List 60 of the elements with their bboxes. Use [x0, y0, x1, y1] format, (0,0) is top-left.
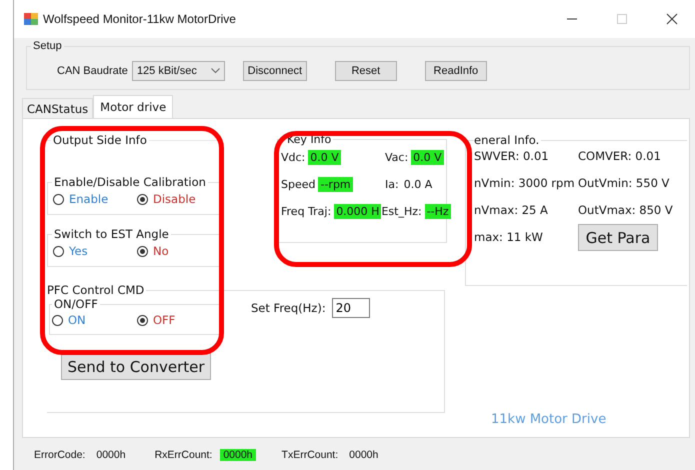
- radio-label: Enable: [69, 192, 108, 206]
- product-label: 11kw Motor Drive: [491, 412, 606, 427]
- radio-button[interactable]: [52, 314, 63, 326]
- reading-value: --rpm: [318, 177, 353, 192]
- info-text: COMVER: 0.01: [578, 149, 662, 163]
- get-para-button[interactable]: Get Para: [578, 224, 658, 251]
- group-title: PFC Control CMD: [46, 283, 146, 297]
- close-icon[interactable]: [666, 13, 678, 25]
- reading-value: 0.000 H: [334, 204, 382, 219]
- radio-button[interactable]: [137, 314, 148, 326]
- toolbar-button[interactable]: Reset: [334, 60, 397, 80]
- reading-value: --Hz: [424, 204, 451, 219]
- radio-label: Yes: [69, 244, 88, 258]
- tab[interactable]: CANStatus: [22, 98, 94, 118]
- group-title: Setup: [32, 40, 63, 52]
- baudrate-label: CAN Baudrate: [57, 64, 128, 76]
- info-text: SWVER: 0.01: [474, 149, 550, 163]
- reading-value: 0.0 V: [308, 150, 341, 165]
- radio-label: ON: [68, 313, 86, 327]
- radio-button[interactable]: [137, 246, 148, 256]
- info-text: max: 11 kW: [474, 230, 544, 246]
- window-title: Wolfspeed Monitor-11kw MotorDrive: [43, 12, 236, 26]
- status-value: 0000h: [348, 449, 380, 461]
- info-text: OutVmax: 850 V: [578, 203, 674, 217]
- info-text: nVmax: 25 A: [474, 203, 549, 217]
- freq-field[interactable]: 20: [332, 298, 370, 318]
- info-text: nVmin: 3000 rpm: [474, 176, 576, 190]
- toolbar-button[interactable]: ReadInfo: [424, 60, 487, 80]
- group-title: ON/OFF: [53, 297, 99, 311]
- radio-button[interactable]: [137, 194, 148, 204]
- reading-label: Freq Traj:: [281, 205, 332, 218]
- status-value: 0000h: [220, 449, 256, 461]
- reading-value: 0.0 V: [411, 150, 444, 165]
- radio-label: No: [153, 244, 169, 258]
- freq-label: Set Freq(Hz):: [251, 301, 326, 315]
- radio-label: Disable: [153, 192, 196, 206]
- baudrate-dropdown[interactable]: 125 kBit/sec: [132, 60, 225, 80]
- status-label: ErrorCode:: [34, 449, 86, 461]
- status-label: TxErrCount:: [282, 449, 338, 461]
- reading-label: Vac:: [385, 151, 408, 164]
- tab[interactable]: Motor drive: [93, 95, 174, 118]
- app-icon: [24, 13, 38, 25]
- group-title: Enable/Disable Calibration: [53, 175, 207, 189]
- toolbar-button[interactable]: Disconnect: [242, 60, 307, 80]
- group-title: eneral Info.: [474, 133, 540, 147]
- group-title: Switch to EST Angle: [53, 227, 170, 241]
- status-value: 0000h: [95, 449, 127, 461]
- radio-button[interactable]: [53, 246, 64, 256]
- radio-button[interactable]: [53, 194, 64, 204]
- reading-label: Speed: [281, 178, 316, 191]
- chevron-down-icon: [210, 68, 220, 74]
- reading-label: Est_Hz:: [381, 205, 422, 218]
- radio-label: OFF: [153, 313, 176, 327]
- status-label: RxErrCount:: [154, 449, 212, 461]
- reading-value: 0.0 A: [402, 177, 434, 192]
- info-text: OutVmin: 550 V: [578, 176, 670, 190]
- send-button[interactable]: Send to Converter: [61, 353, 211, 380]
- reading-label: Vdc:: [281, 151, 306, 164]
- reading-label: Ia:: [385, 178, 399, 191]
- group-title: Output Side Info: [52, 133, 148, 147]
